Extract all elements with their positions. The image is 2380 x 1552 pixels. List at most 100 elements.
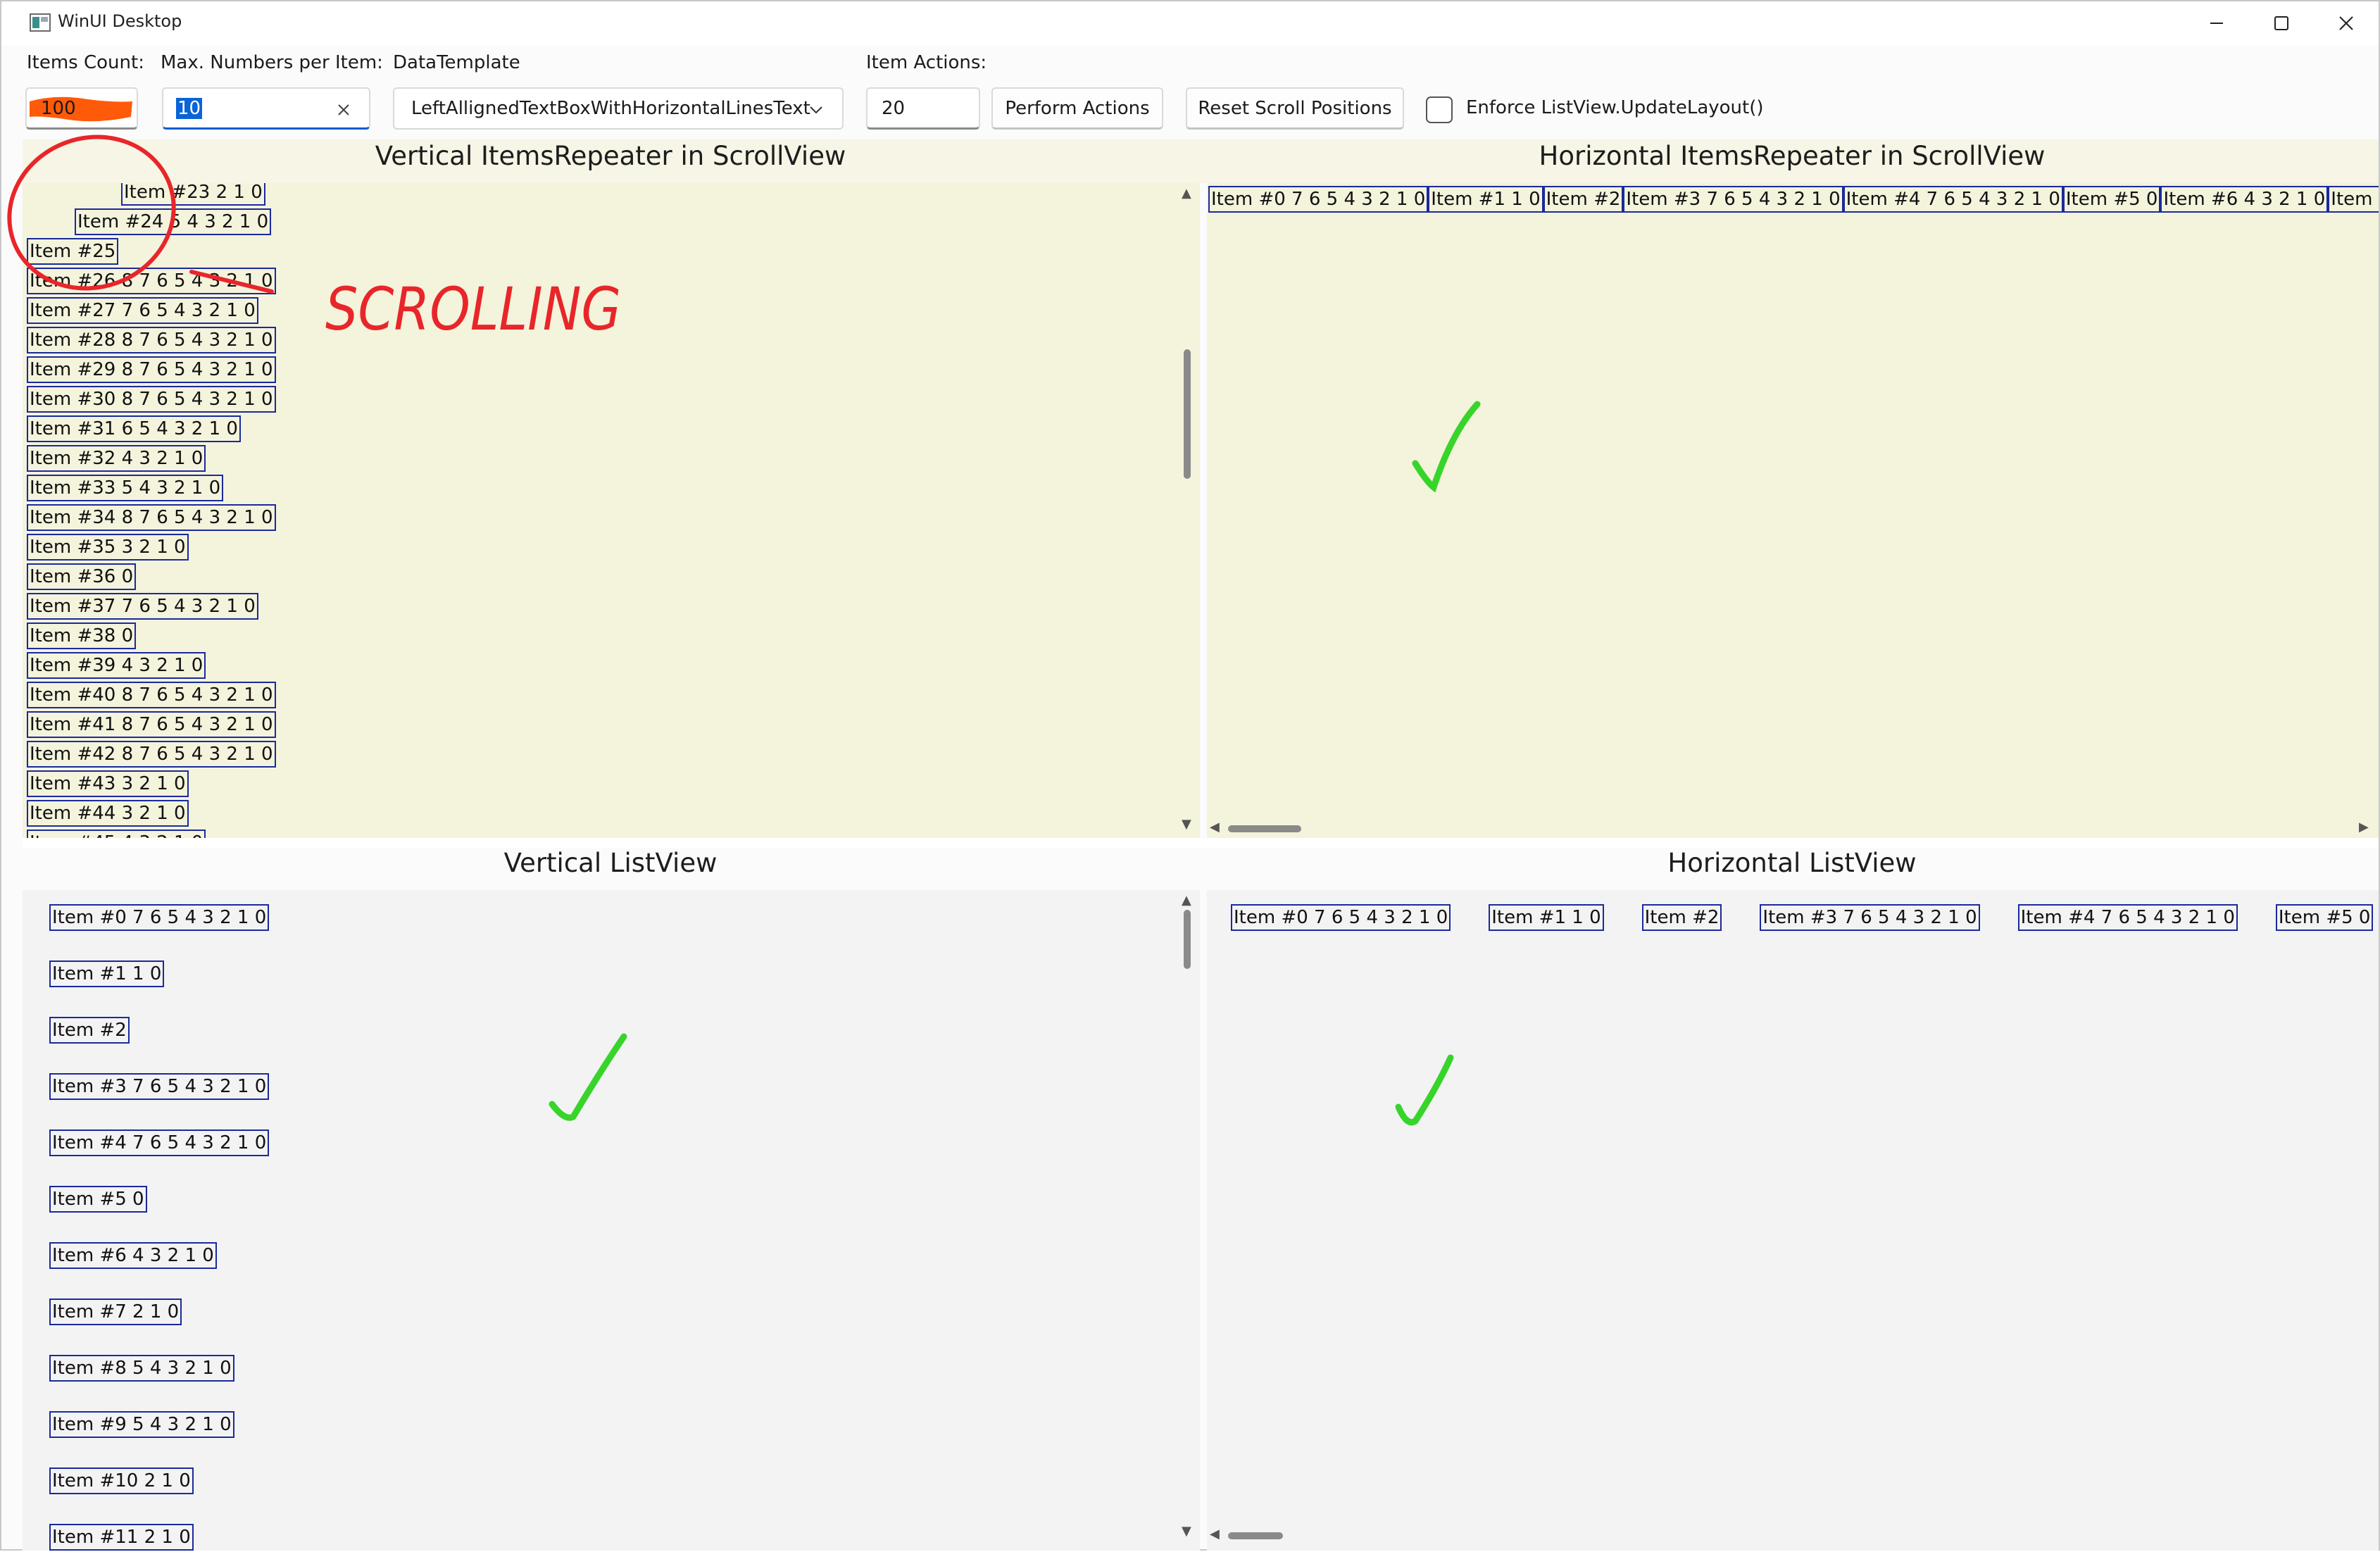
data-template-combobox[interactable]: LeftAllignedTextBoxWithHorizontalLinesTe… <box>393 87 844 130</box>
list-item[interactable]: Item #36 0 <box>27 563 137 590</box>
list-item[interactable]: Item #31 6 5 4 3 2 1 0 <box>27 415 241 442</box>
horizontal-repeater-title: Horizontal ItemsRepeater in ScrollView <box>1539 141 2046 171</box>
data-template-label: DataTemplate <box>393 52 520 73</box>
list-item[interactable]: Item #8 5 4 3 2 1 0 <box>49 1355 234 1382</box>
list-item[interactable]: Item #28 8 7 6 5 4 3 2 1 0 <box>27 327 276 353</box>
list-item[interactable]: Item #33 5 4 3 2 1 0 <box>27 475 224 501</box>
list-item[interactable]: Item #45 4 3 2 1 0 <box>27 830 206 838</box>
vertical-listview-scrollbar[interactable]: ▲ ▼ <box>1177 890 1197 1551</box>
maximize-button[interactable] <box>2249 1 2314 45</box>
scroll-left-icon[interactable]: ◀ <box>1210 1527 1220 1541</box>
app-icon <box>30 13 51 32</box>
close-button[interactable] <box>2314 1 2379 45</box>
vertical-repeater-scrollbar[interactable]: ▲ ▼ <box>1177 183 1197 838</box>
perform-actions-button[interactable]: Perform Actions <box>991 87 1163 130</box>
scroll-thumb[interactable] <box>1228 1532 1283 1539</box>
horizontal-repeater-scrollbar[interactable]: ◀ ▶ <box>1207 820 2379 838</box>
list-item[interactable]: Item #37 7 6 5 4 3 2 1 0 <box>27 593 258 620</box>
list-item[interactable]: Item #0 7 6 5 4 3 2 1 0 <box>49 904 270 931</box>
list-item[interactable]: Item #10 2 1 0 <box>49 1467 194 1494</box>
minimize-icon <box>2210 23 2223 24</box>
horizontal-repeater-scrollview[interactable]: Item #0 7 6 5 4 3 2 1 0 Item #1 1 0 Item #… <box>1207 183 2379 838</box>
list-item[interactable]: Item #25 <box>27 238 119 265</box>
scroll-down-icon[interactable]: ▼ <box>1182 817 1191 832</box>
scroll-thumb[interactable] <box>1184 910 1191 969</box>
list-item[interactable]: Item #1 1 0 <box>1489 904 1604 931</box>
list-item[interactable]: Item #7 2 1 0 <box>2328 186 2379 213</box>
list-item[interactable]: Item #11 2 1 0 <box>49 1524 194 1551</box>
list-item[interactable]: Item #30 8 7 6 5 4 3 2 1 0 <box>27 386 276 413</box>
close-icon <box>2339 16 2353 30</box>
list-item[interactable]: Item #0 7 6 5 4 3 2 1 0 <box>1208 186 1429 213</box>
list-item[interactable]: Item #39 4 3 2 1 0 <box>27 652 206 679</box>
maximize-icon <box>2274 16 2288 30</box>
list-item[interactable]: Item #5 0 <box>2062 186 2161 213</box>
list-item[interactable]: Item #4 7 6 5 4 3 2 1 0 <box>1843 186 2063 213</box>
list-item[interactable]: Item #0 7 6 5 4 3 2 1 0 <box>1231 904 1451 931</box>
list-item[interactable]: Item #2 <box>1543 186 1624 213</box>
list-item[interactable]: Item #9 5 4 3 2 1 0 <box>49 1411 234 1438</box>
clear-icon[interactable] <box>337 103 351 117</box>
list-item[interactable]: Item #6 4 3 2 1 0 <box>2160 186 2329 213</box>
list-item[interactable]: Item #38 0 <box>27 622 137 649</box>
section-divider <box>23 838 2379 848</box>
max-numbers-label: Max. Numbers per Item: <box>161 52 383 73</box>
list-item[interactable]: Item #4 7 6 5 4 3 2 1 0 <box>49 1129 270 1156</box>
minimize-button[interactable] <box>2184 1 2249 45</box>
list-item[interactable]: Item #3 7 6 5 4 3 2 1 0 <box>1623 186 1843 213</box>
max-numbers-value: 10 <box>176 97 203 119</box>
items-count-label: Items Count: <box>27 52 144 73</box>
list-item[interactable]: Item #43 3 2 1 0 <box>27 770 189 797</box>
items-count-input[interactable]: 100 <box>25 87 138 130</box>
scroll-up-icon[interactable]: ▲ <box>1182 186 1191 201</box>
scroll-right-icon[interactable]: ▶ <box>2359 820 2369 834</box>
vertical-listview-title: Vertical ListView <box>503 848 718 878</box>
scroll-left-icon[interactable]: ◀ <box>1210 820 1220 834</box>
horizontal-listview[interactable]: Item #0 7 6 5 4 3 2 1 0 Item #1 1 0 Item #… <box>1207 890 2379 1551</box>
horizontal-listview-title: Horizontal ListView <box>1667 848 1917 878</box>
list-item[interactable]: Item #29 8 7 6 5 4 3 2 1 0 <box>27 356 276 383</box>
item-actions-input[interactable]: 20 <box>866 87 980 130</box>
list-item[interactable]: Item #27 7 6 5 4 3 2 1 0 <box>27 297 258 324</box>
list-item[interactable]: Item #6 4 3 2 1 0 <box>49 1242 217 1269</box>
items-count-value: 100 <box>41 97 76 119</box>
list-item[interactable]: Item #1 1 0 <box>49 960 165 987</box>
vertical-repeater-scrollview[interactable]: Item #23 2 1 0 Item #24 5 4 3 2 1 0 Item #… <box>23 183 1200 838</box>
vertical-listview[interactable]: Item #0 7 6 5 4 3 2 1 0 Item #1 1 0 Item #… <box>23 890 1200 1551</box>
scroll-up-icon[interactable]: ▲ <box>1182 893 1191 908</box>
chevron-down-icon <box>810 106 822 114</box>
list-item[interactable]: Item #3 7 6 5 4 3 2 1 0 <box>49 1073 270 1100</box>
scroll-thumb[interactable] <box>1228 825 1301 832</box>
list-item[interactable]: Item #7 2 1 0 <box>49 1298 182 1325</box>
app-window: WinUI Desktop Items Count: 100 Max. Numb… <box>0 0 2380 1551</box>
list-item[interactable]: Item #44 3 2 1 0 <box>27 800 189 827</box>
checkbox-icon[interactable] <box>1425 96 1453 124</box>
list-item[interactable]: Item #5 0 <box>2275 904 2374 931</box>
horizontal-listview-scrollbar[interactable]: ◀ <box>1207 1527 2379 1545</box>
list-item[interactable]: Item #3 7 6 5 4 3 2 1 0 <box>1760 904 1980 931</box>
list-item[interactable]: Item #41 8 7 6 5 4 3 2 1 0 <box>27 711 276 738</box>
list-item[interactable]: Item #26 8 7 6 5 4 3 2 1 0 <box>27 268 276 294</box>
scroll-thumb[interactable] <box>1184 349 1191 479</box>
list-item[interactable]: Item #42 8 7 6 5 4 3 2 1 0 <box>27 741 276 768</box>
list-item[interactable]: Item #2 <box>49 1017 130 1044</box>
list-item[interactable]: Item #1 1 0 <box>1428 186 1543 213</box>
vertical-repeater-title: Vertical ItemsRepeater in ScrollView <box>375 141 846 171</box>
item-actions-label: Item Actions: <box>866 52 987 73</box>
list-item[interactable]: Item #23 2 1 0 <box>121 183 265 206</box>
list-item[interactable]: Item #4 7 6 5 4 3 2 1 0 <box>2017 904 2238 931</box>
list-item[interactable]: Item #32 4 3 2 1 0 <box>27 445 206 472</box>
window-title: WinUI Desktop <box>58 11 182 31</box>
list-item[interactable]: Item #5 0 <box>49 1186 147 1213</box>
list-item[interactable]: Item #34 8 7 6 5 4 3 2 1 0 <box>27 504 276 531</box>
list-item[interactable]: Item #40 8 7 6 5 4 3 2 1 0 <box>27 682 276 708</box>
list-item[interactable]: Item #24 5 4 3 2 1 0 <box>75 208 272 235</box>
max-numbers-input[interactable]: 10 <box>162 87 370 130</box>
scroll-down-icon[interactable]: ▼ <box>1182 1524 1191 1539</box>
data-template-value: LeftAllignedTextBoxWithHorizontalLinesTe… <box>411 98 810 119</box>
list-item[interactable]: Item #2 <box>1641 904 1722 931</box>
reset-scroll-button[interactable]: Reset Scroll Positions <box>1186 87 1404 130</box>
item-actions-value: 20 <box>882 97 906 119</box>
list-item[interactable]: Item #35 3 2 1 0 <box>27 534 189 561</box>
enforce-updatelayout-label[interactable]: Enforce ListView.UpdateLayout() <box>1466 97 1764 118</box>
